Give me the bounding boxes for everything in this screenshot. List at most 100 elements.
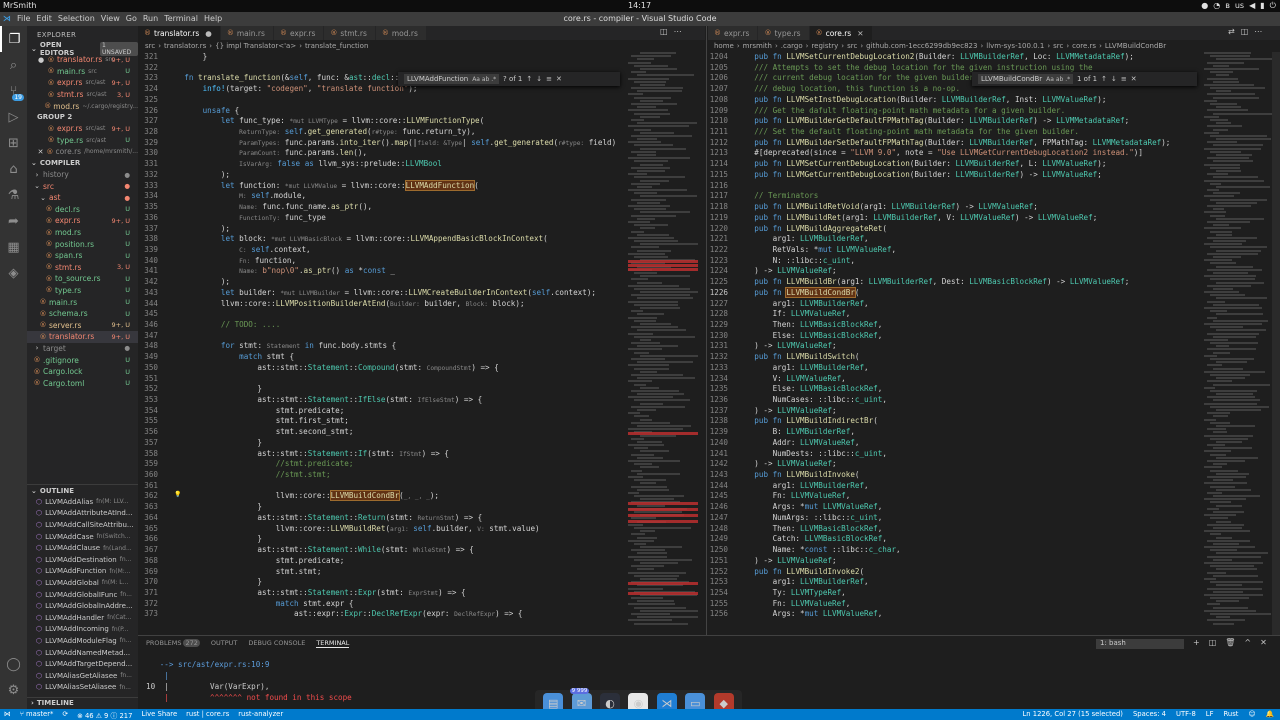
tree-item[interactable]: ® type.rs U xyxy=(27,285,138,297)
open-editors-header[interactable]: ⌄ OPEN EDITORS 1 UNSAVED xyxy=(27,41,138,57)
outline-item[interactable]: ⬡ LLVMAddClause fn(Land... xyxy=(27,542,138,554)
remote-explorer-icon[interactable]: ⌂ xyxy=(0,156,27,182)
right-scrollbar[interactable] xyxy=(1272,52,1280,635)
code-line[interactable]: 1210 pub fn LLVMBuilderGetDefaultFPMathT… xyxy=(708,116,1204,127)
code-line[interactable]: 343 let builder: *mut LLVMBuilder = llvm… xyxy=(138,288,628,299)
outline-item[interactable]: ⬡ LLVMAddGlobal fn(M: L... xyxy=(27,577,138,589)
code-line[interactable]: 1208 pub fn LLVMSetInstDebugLocation(Bui… xyxy=(708,95,1204,106)
tree-item[interactable]: ® stmt.rs 3, U xyxy=(27,262,138,274)
outline-item[interactable]: ⬡ LLVMAddHandler fn(Cat... xyxy=(27,612,138,624)
menu-selection[interactable]: Selection xyxy=(58,14,95,23)
code-line[interactable]: 1243 pub fn LLVMBuildInvoke( xyxy=(708,470,1204,481)
code-line[interactable]: 356 stmt.second_stmt; xyxy=(138,427,628,438)
encoding[interactable]: UTF-8 xyxy=(1176,710,1196,718)
code-line[interactable]: 1241 NumDests: ::libc::c_uint, xyxy=(708,449,1204,460)
unsaved-dot-icon[interactable]: ● xyxy=(205,29,212,38)
breadcrumb-item[interactable]: src xyxy=(847,42,857,50)
record-icon[interactable]: ● xyxy=(1201,1,1208,11)
notifications-icon[interactable]: 🔔 xyxy=(1266,710,1274,718)
os-clock[interactable]: 14:17 xyxy=(628,1,651,10)
menu-run[interactable]: Run xyxy=(143,14,158,23)
open-editor-item[interactable]: ® main.rs src U xyxy=(27,66,138,78)
code-line[interactable]: 360 //stmt.stmt; xyxy=(138,470,628,481)
code-line[interactable]: 1217 // Terminators xyxy=(708,191,1204,202)
breadcrumb-item[interactable]: src xyxy=(1053,42,1063,50)
code-line[interactable]: 357 } xyxy=(138,438,628,449)
os-user-name[interactable]: MrSmith xyxy=(3,1,37,10)
code-line[interactable]: 1251 ) -> LLVMValueRef; xyxy=(708,556,1204,567)
trash-icon[interactable]: 🗑 xyxy=(1225,638,1235,647)
code-line[interactable]: 346 // TODO: .... xyxy=(138,320,628,331)
extensions-icon[interactable]: ⊞ xyxy=(0,130,27,156)
tree-item[interactable]: ® decl.rs U xyxy=(27,204,138,216)
accounts-icon[interactable]: ◯ xyxy=(0,651,27,677)
code-line[interactable]: 1250 Name: *const ::libc::c_char, xyxy=(708,545,1204,556)
power-icon[interactable]: ⏻ xyxy=(1270,1,1276,11)
code-line[interactable]: 1223 N: ::libc::c_uint, xyxy=(708,256,1204,267)
code-line[interactable]: 372 match stmt.expr { xyxy=(138,599,628,610)
panel-tab-output[interactable]: OUTPUT xyxy=(211,639,238,648)
menu-go[interactable]: Go xyxy=(126,14,137,23)
timeline-header[interactable]: › TIMELINE xyxy=(27,697,138,708)
cursor-position[interactable]: Ln 1226, Col 27 (15 selected) xyxy=(1022,710,1122,718)
code-line[interactable]: 1230 Else: LLVMBasicBlockRef, xyxy=(708,331,1204,342)
open-editor-item[interactable]: ® expr.rs src/ast 9+, U xyxy=(27,123,138,135)
tab-type-rs[interactable]: ® type.rs xyxy=(758,26,810,40)
indentation[interactable]: Spaces: 4 xyxy=(1133,710,1166,718)
left-minimap[interactable] xyxy=(628,52,698,635)
code-line[interactable]: 340 Fn: function, xyxy=(138,256,628,267)
code-line[interactable]: 1248 Then: LLVMBasicBlockRef, xyxy=(708,524,1204,535)
breadcrumb-item[interactable]: translator.rs xyxy=(164,42,206,50)
breadcrumb-item[interactable]: llvm-sys-100.0.1 xyxy=(986,42,1044,50)
tab-translator-rs[interactable]: ® translator.rs ● xyxy=(138,26,221,40)
tree-item[interactable]: ® main.rs U xyxy=(27,296,138,308)
breadcrumb-item[interactable]: translate_function xyxy=(305,42,368,50)
remote-icon[interactable]: ⋈ xyxy=(4,710,11,720)
tree-item[interactable]: ⌄ src ● xyxy=(27,180,138,192)
code-line[interactable]: 321 } xyxy=(138,52,628,63)
code-line[interactable]: 1253 arg1: LLVMBuilderRef, xyxy=(708,577,1204,588)
tab-main-rs[interactable]: ® main.rs xyxy=(220,26,274,40)
outline-item[interactable]: ⬡ LLVMAddTargetDepend... xyxy=(27,658,138,670)
tree-item[interactable]: ® Cargo.lock U xyxy=(27,366,138,378)
open-editor-item[interactable]: ® expr.rs src/ast 9+, U xyxy=(27,77,138,89)
chevron-up-icon[interactable]: ^ xyxy=(1244,638,1251,647)
code-line[interactable]: 1212 pub fn LLVMBuilderSetDefaultFPMathT… xyxy=(708,138,1204,149)
code-line[interactable]: 333 let function: *mut LLVMValue = llvm:… xyxy=(138,179,628,192)
outline-item[interactable]: ⬡ LLVMAddCallSiteAttribu... xyxy=(27,519,138,531)
outline-item[interactable]: ⬡ LLVMAliasSetAliasee fn... xyxy=(27,682,138,694)
code-line[interactable]: 1255 Fn: LLVMValueRef, xyxy=(708,599,1204,610)
outline-item[interactable]: ⬡ LLVMAddFunction fn(M:... xyxy=(27,566,138,578)
code-line[interactable]: 361 xyxy=(138,481,628,492)
breadcrumb-item[interactable]: {} impl Translator<'a> xyxy=(215,42,296,50)
code-line[interactable]: 345 xyxy=(138,309,628,320)
live-share-icon[interactable]: ➦ xyxy=(0,208,27,234)
close-icon[interactable]: ✕ xyxy=(556,75,562,83)
tree-item[interactable]: ® translator.rs 9+, U xyxy=(27,331,138,343)
code-line[interactable]: 362 llvm::core::LLVMBuildCondBr(_, _, _)… xyxy=(138,490,628,502)
code-line[interactable]: 1228 If: LLVMValueRef, xyxy=(708,309,1204,320)
find-in-selection-icon[interactable]: ≡ xyxy=(1121,75,1127,83)
menu-file[interactable]: File xyxy=(17,14,30,23)
code-line[interactable]: 364 ast::stmt::Statement::Return(stmt: R… xyxy=(138,513,628,524)
code-line[interactable]: 1244 arg1: LLVMBuilderRef, xyxy=(708,481,1204,492)
left-find-input[interactable]: LLVMAddFunction Aa ab .* xyxy=(404,74,499,84)
language-mode[interactable]: Rust xyxy=(1224,710,1239,718)
code-line[interactable]: 353 ast::stmt::Statement::IfElse(stmt: I… xyxy=(138,395,628,406)
right-find-input[interactable]: LLVMBuildCondBr Aa ab .* xyxy=(978,74,1073,84)
tab-expr-rs[interactable]: ® expr.rs xyxy=(708,26,759,40)
code-line[interactable]: 358 ast::stmt::Statement::If(stmt: IfStm… xyxy=(138,449,628,460)
code-line[interactable]: 326 unsafe { xyxy=(138,106,628,117)
code-line[interactable]: 1216 xyxy=(708,181,1204,192)
code-line[interactable]: 1256 Args: *mut LLVMValueRef, xyxy=(708,609,1204,620)
code-line[interactable]: 325 xyxy=(138,95,628,106)
outline-item[interactable]: ⬡ LLVMAddAttributeAtInd... xyxy=(27,508,138,520)
code-line[interactable]: 1236 NumCases: ::libc::c_uint, xyxy=(708,395,1204,406)
code-line[interactable]: 370 } xyxy=(138,577,628,588)
tab-core-rs[interactable]: ® core.rs ✕ xyxy=(809,26,873,40)
tree-item[interactable]: ® schema.rs U xyxy=(27,308,138,320)
open-editor-item[interactable]: ● ® translator.rs src 9+, U xyxy=(27,54,138,66)
menu-terminal[interactable]: Terminal xyxy=(164,14,198,23)
code-line[interactable]: 1222 RetVals: *mut LLVMValueRef, xyxy=(708,245,1204,256)
breadcrumb-item[interactable]: home xyxy=(714,42,734,50)
